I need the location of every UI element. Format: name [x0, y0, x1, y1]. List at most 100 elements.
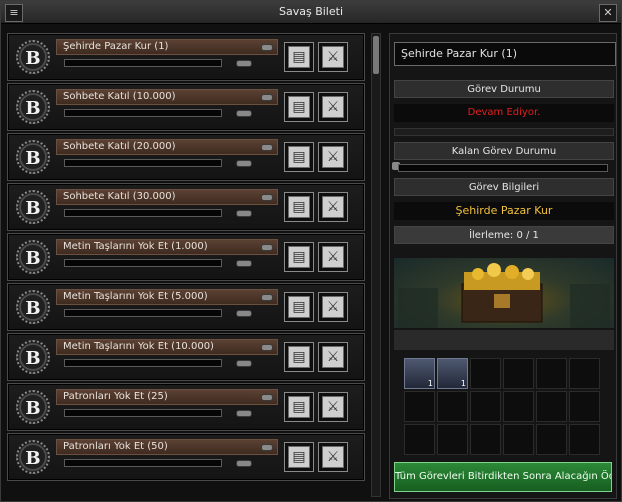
quest-list-scrollbar[interactable] [371, 33, 381, 497]
treasure-chest-icon [398, 263, 610, 328]
quest-info-button[interactable]: ▤ [284, 92, 314, 122]
knob-icon [236, 210, 252, 217]
sword-icon: ⚔ [322, 46, 344, 68]
quest-name-bar: Metin Taşlarını Yok Et (5.000) [56, 289, 278, 305]
scrollbar-thumb[interactable] [373, 36, 379, 74]
document-icon: ▤ [288, 346, 310, 368]
remaining-progress-bar [398, 164, 608, 172]
quest-battle-button[interactable]: ⚔ [318, 442, 348, 472]
knob-icon [236, 160, 252, 167]
quest-battle-button[interactable]: ⚔ [318, 392, 348, 422]
sword-icon: ⚔ [322, 446, 344, 468]
quest-card[interactable]: B Metin Taşlarını Yok Et (10.000) ▤ ⚔ [7, 333, 365, 381]
document-icon: ▤ [288, 446, 310, 468]
reward-slot[interactable] [404, 391, 435, 422]
knob-icon [261, 444, 273, 451]
image-footer-bar [394, 330, 614, 350]
reward-slot[interactable] [470, 424, 501, 455]
quest-name-bar: Patronları Yok Et (25) [56, 389, 278, 405]
reward-slot[interactable] [503, 358, 534, 389]
quest-progress-bar [64, 109, 222, 117]
reward-slot[interactable]: 1 [404, 358, 435, 389]
quest-battle-button[interactable]: ⚔ [318, 342, 348, 372]
quest-info-button[interactable]: ▤ [284, 192, 314, 222]
quest-badge-icon: B [16, 340, 50, 374]
quest-progress-bar [64, 59, 222, 67]
quest-info-button[interactable]: ▤ [284, 142, 314, 172]
reward-slot[interactable] [470, 358, 501, 389]
status-value: Devam Ediyor. [394, 104, 614, 122]
reward-slot[interactable] [569, 358, 600, 389]
quest-battle-button[interactable]: ⚔ [318, 192, 348, 222]
quest-battle-button[interactable]: ⚔ [318, 92, 348, 122]
knob-icon [261, 294, 273, 301]
quest-list: B Şehirde Pazar Kur (1) ▤ ⚔ B Sohbete Ka… [7, 33, 365, 497]
title-bar[interactable]: ≡ Savaş Bileti ✕ [1, 1, 621, 24]
quest-name-bar: Sohbete Katıl (20.000) [56, 139, 278, 155]
final-reward-button[interactable]: Tüm Görevleri Bitirdikten Sonra Alacağın… [394, 462, 612, 492]
quest-card[interactable]: B Sohbete Katıl (30.000) ▤ ⚔ [7, 183, 365, 231]
knob-icon [236, 60, 252, 67]
reward-slot[interactable] [470, 391, 501, 422]
reward-slot[interactable] [437, 424, 468, 455]
quest-card[interactable]: B Metin Taşlarını Yok Et (5.000) ▤ ⚔ [7, 283, 365, 331]
status-header: Görev Durumu [394, 80, 614, 98]
quest-badge-icon: B [16, 290, 50, 324]
quest-name: Metin Taşlarını Yok Et (1.000) [63, 241, 208, 252]
quest-info-button[interactable]: ▤ [284, 242, 314, 272]
reward-slot[interactable] [437, 391, 468, 422]
document-icon: ▤ [288, 146, 310, 168]
quest-card[interactable]: B Şehirde Pazar Kur (1) ▤ ⚔ [7, 33, 365, 81]
sword-icon: ⚔ [322, 96, 344, 118]
document-icon: ▤ [288, 396, 310, 418]
knob-icon [261, 44, 273, 51]
treasure-chest-image [394, 258, 614, 328]
quest-info-button[interactable]: ▤ [284, 42, 314, 72]
quest-card[interactable]: B Sohbete Katıl (10.000) ▤ ⚔ [7, 83, 365, 131]
quest-badge-icon: B [16, 140, 50, 174]
quest-progress-bar [64, 159, 222, 167]
quest-name-bar: Metin Taşlarını Yok Et (1.000) [56, 239, 278, 255]
quest-badge-icon: B [16, 240, 50, 274]
reward-slot[interactable] [503, 424, 534, 455]
reward-slot[interactable]: 1 [437, 358, 468, 389]
knob-icon [236, 310, 252, 317]
close-icon[interactable]: ✕ [599, 4, 617, 22]
window-title: Savaş Bileti [279, 5, 343, 18]
quest-info-button[interactable]: ▤ [284, 392, 314, 422]
quest-badge-icon: B [16, 390, 50, 424]
quest-name: Şehirde Pazar Kur (1) [63, 41, 169, 52]
quest-card[interactable]: B Metin Taşlarını Yok Et (1.000) ▤ ⚔ [7, 233, 365, 281]
quest-battle-button[interactable]: ⚔ [318, 242, 348, 272]
quest-name: Metin Taşlarını Yok Et (10.000) [63, 341, 214, 352]
reward-slot[interactable] [536, 391, 567, 422]
reward-slot[interactable] [569, 424, 600, 455]
quest-info-button[interactable]: ▤ [284, 342, 314, 372]
knob-icon [261, 94, 273, 101]
quest-card[interactable]: B Sohbete Katıl (20.000) ▤ ⚔ [7, 133, 365, 181]
quest-badge-icon: B [16, 40, 50, 74]
progress-text: İlerleme: 0 / 1 [394, 226, 614, 244]
document-icon: ▤ [288, 196, 310, 218]
quest-battle-button[interactable]: ⚔ [318, 142, 348, 172]
quest-card[interactable]: B Patronları Yok Et (25) ▤ ⚔ [7, 383, 365, 431]
reward-slot[interactable] [503, 391, 534, 422]
quest-battle-button[interactable]: ⚔ [318, 292, 348, 322]
knob-icon [236, 260, 252, 267]
reward-slot[interactable] [536, 424, 567, 455]
reward-grid: 1 1 [404, 358, 604, 455]
quest-info-button[interactable]: ▤ [284, 442, 314, 472]
quest-info-name: Şehirde Pazar Kur [394, 202, 614, 220]
knob-icon [261, 244, 273, 251]
quest-name-bar: Patronları Yok Et (50) [56, 439, 278, 455]
reward-slot[interactable] [536, 358, 567, 389]
quest-name-bar: Sohbete Katıl (30.000) [56, 189, 278, 205]
reward-slot[interactable] [569, 391, 600, 422]
selected-quest-title: Şehirde Pazar Kur (1) [394, 42, 616, 66]
quest-battle-button[interactable]: ⚔ [318, 42, 348, 72]
quest-name: Metin Taşlarını Yok Et (5.000) [63, 291, 208, 302]
quest-info-button[interactable]: ▤ [284, 292, 314, 322]
knob-icon [236, 460, 252, 467]
reward-slot[interactable] [404, 424, 435, 455]
quest-card[interactable]: B Patronları Yok Et (50) ▤ ⚔ [7, 433, 365, 481]
